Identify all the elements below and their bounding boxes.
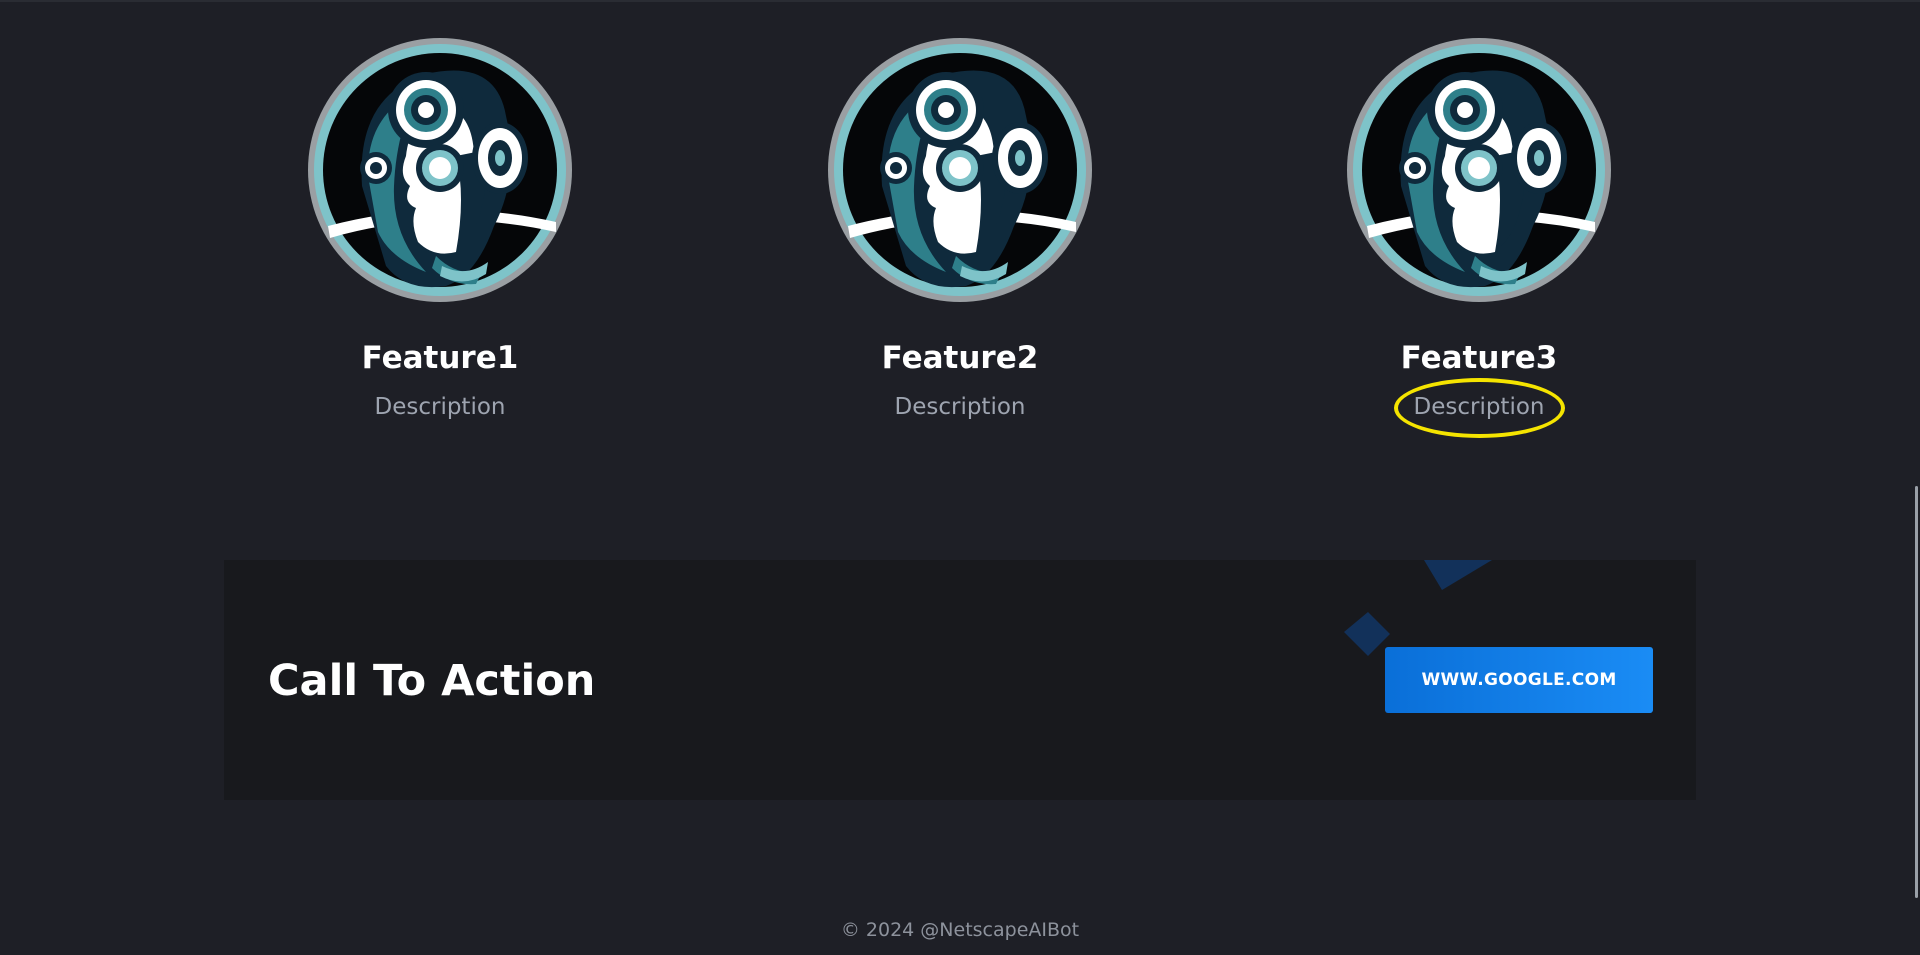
call-to-action-section: Call To Action WWW.GOOGLE.COM (224, 560, 1696, 800)
feature-title: Feature3 (1400, 340, 1558, 376)
feature-card-2: Feature2 Description (810, 36, 1110, 426)
feature-card-3: Feature3 Description (1329, 36, 1629, 438)
cta-title: Call To Action (268, 656, 596, 706)
feature-description: Description (894, 394, 1026, 420)
feature-description: Description (1393, 378, 1565, 438)
feature-title: Feature1 (361, 340, 519, 376)
cta-link-button[interactable]: WWW.GOOGLE.COM (1385, 647, 1653, 713)
scrollbar-thumb[interactable] (1915, 486, 1918, 898)
highlight-annotation (1393, 378, 1565, 438)
feature-card-1: Feature1 Description (290, 36, 590, 426)
robot-head-icon (826, 36, 1094, 304)
features-section: Feature1 Description Feature2 Descriptio… (0, 2, 1920, 482)
feature-title: Feature2 (881, 340, 1039, 376)
footer-copyright: © 2024 @NetscapeAIBot (840, 919, 1080, 941)
page: Feature1 Description Feature2 Descriptio… (0, 0, 1920, 955)
scrollbar[interactable] (1908, 2, 1920, 955)
robot-head-icon (306, 36, 574, 304)
robot-head-icon (1345, 36, 1613, 304)
feature-description: Description (374, 394, 506, 420)
